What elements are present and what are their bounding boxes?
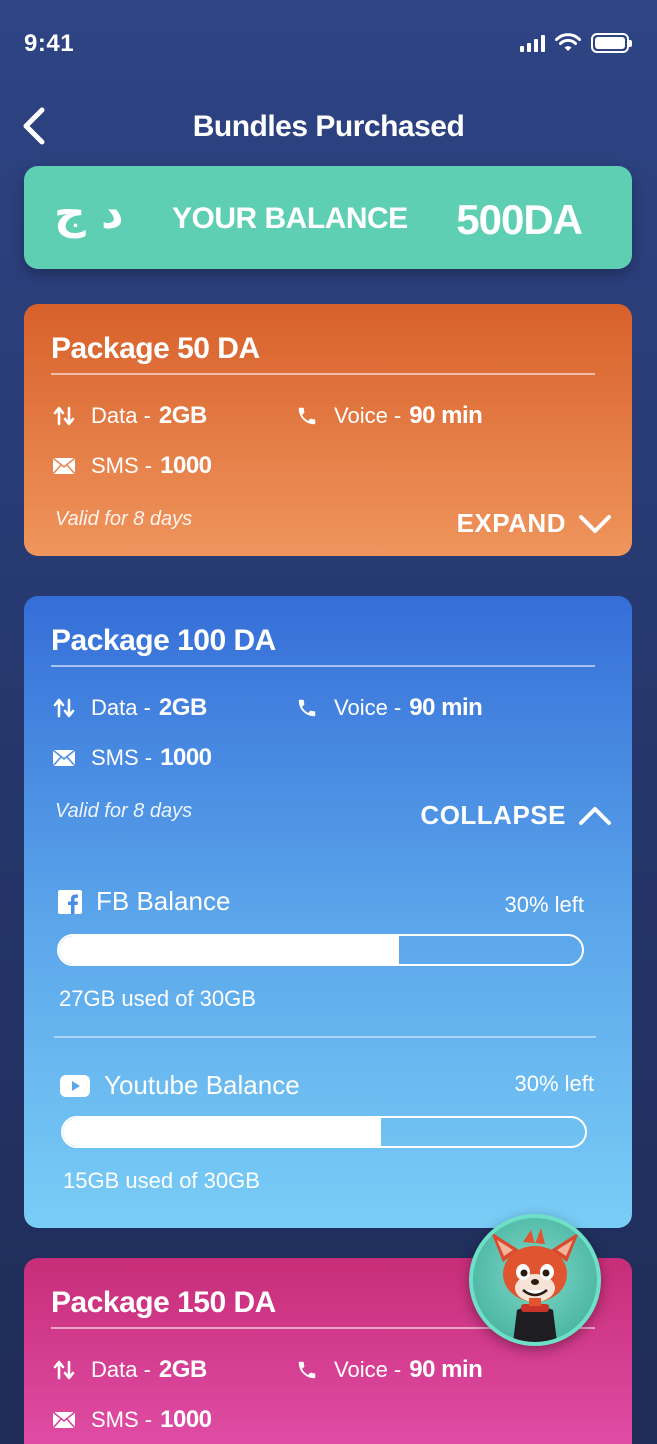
data-transfer-icon xyxy=(51,1357,77,1383)
chevron-up-icon xyxy=(579,806,611,825)
youtube-balance-label: Youtube Balance xyxy=(60,1070,300,1101)
data-label: Data - xyxy=(91,1357,151,1382)
data-transfer-icon xyxy=(51,695,77,721)
package-card[interactable]: Package 50 DA Data - 2GB Voice - 90 min … xyxy=(24,304,632,556)
validity-text: Valid for 8 days xyxy=(55,800,193,822)
validity-text: Valid for 8 days xyxy=(55,508,193,530)
sms-feature: SMS - 1000 xyxy=(51,744,212,772)
fb-progress-fill xyxy=(59,936,399,964)
sms-feature: SMS - 1000 xyxy=(51,452,212,480)
package-title: Package 150 DA xyxy=(51,1286,276,1319)
divider xyxy=(51,665,595,667)
youtube-icon xyxy=(60,1074,90,1097)
voice-label: Voice - xyxy=(334,403,402,428)
data-feature: Data - 2GB xyxy=(51,1356,207,1384)
package-title: Package 100 DA xyxy=(51,624,276,657)
chevron-down-icon xyxy=(579,514,611,533)
sms-feature: SMS - 1000 xyxy=(51,1406,212,1434)
voice-value: 90 min xyxy=(409,694,483,721)
data-value: 2GB xyxy=(158,402,207,429)
data-feature: Data - 2GB xyxy=(51,694,207,722)
voice-feature: Voice - 90 min xyxy=(294,402,483,430)
header: Bundles Purchased xyxy=(0,100,657,160)
signal-icon xyxy=(520,34,545,52)
youtube-progress-fill xyxy=(63,1118,382,1146)
facebook-icon xyxy=(58,889,82,914)
voice-label: Voice - xyxy=(334,1357,402,1382)
status-bar: 9:41 xyxy=(0,0,657,90)
youtube-usage-text: 15GB used of 30GB xyxy=(63,1168,260,1193)
sms-label: SMS - xyxy=(91,453,153,478)
balance-label: YOUR BALANCE xyxy=(172,202,408,235)
data-value: 2GB xyxy=(158,694,207,721)
mail-icon xyxy=(51,1407,77,1433)
collapse-button[interactable]: COLLAPSE xyxy=(420,800,612,831)
package-card[interactable]: Package 100 DA Data - 2GB Voice - 90 min… xyxy=(24,596,632,1228)
phone-icon xyxy=(294,403,320,429)
page-title: Bundles Purchased xyxy=(192,110,465,143)
wifi-icon xyxy=(555,33,581,51)
data-transfer-icon xyxy=(51,403,77,429)
status-icons xyxy=(520,33,632,53)
sms-value: 1000 xyxy=(160,744,212,771)
battery-icon xyxy=(591,33,632,53)
data-label: Data - xyxy=(91,403,151,428)
balance-card: د ج YOUR BALANCE 500DA xyxy=(24,166,632,269)
collapse-label: COLLAPSE xyxy=(420,800,566,830)
currency-icon: د ج xyxy=(54,188,124,239)
data-label: Data - xyxy=(91,695,151,720)
fox-mascot-icon xyxy=(491,1228,579,1342)
youtube-balance-name: Youtube Balance xyxy=(104,1070,300,1100)
fb-balance-label: FB Balance xyxy=(58,886,230,917)
package-title: Package 50 DA xyxy=(51,332,260,365)
fb-progress-bar xyxy=(57,934,584,966)
divider xyxy=(54,1036,596,1038)
mascot-assistant-button[interactable] xyxy=(469,1214,601,1346)
voice-value: 90 min xyxy=(409,402,483,429)
phone-icon xyxy=(294,695,320,721)
sms-value: 1000 xyxy=(160,1406,212,1433)
voice-value: 90 min xyxy=(409,1356,483,1383)
data-value: 2GB xyxy=(158,1356,207,1383)
balance-value: 500DA xyxy=(456,196,583,243)
fb-usage-text: 27GB used of 30GB xyxy=(59,986,256,1011)
mail-icon xyxy=(51,453,77,479)
divider xyxy=(51,373,595,375)
voice-label: Voice - xyxy=(334,695,402,720)
fb-balance-name: FB Balance xyxy=(96,886,231,916)
sms-label: SMS - xyxy=(91,745,153,770)
sms-label: SMS - xyxy=(91,1407,153,1432)
expand-label: EXPAND xyxy=(456,508,566,538)
youtube-progress-bar xyxy=(61,1116,587,1148)
voice-feature: Voice - 90 min xyxy=(294,694,483,722)
data-feature: Data - 2GB xyxy=(51,402,207,430)
youtube-balance-left: 30% left xyxy=(514,1071,595,1096)
mail-icon xyxy=(51,745,77,771)
fb-balance-left: 30% left xyxy=(504,892,585,917)
expand-button[interactable]: EXPAND xyxy=(457,508,612,539)
phone-icon xyxy=(294,1357,320,1383)
status-time: 9:41 xyxy=(24,30,75,57)
voice-feature: Voice - 90 min xyxy=(294,1356,483,1384)
sms-value: 1000 xyxy=(160,452,212,479)
